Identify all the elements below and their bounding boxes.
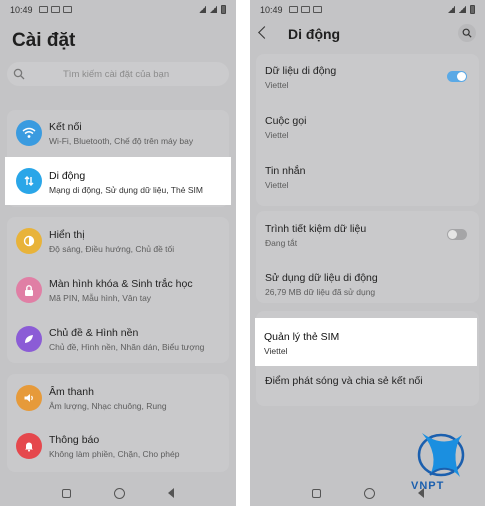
item-subtitle: Mã PIN, Mẫu hình, Vân tay bbox=[49, 292, 152, 303]
settings-item-connections[interactable]: Kết nối Wi-Fi, Bluetooth, Chế độ trên má… bbox=[7, 110, 229, 156]
status-bar: 10:49 bbox=[250, 0, 485, 16]
signal-icon bbox=[199, 6, 206, 13]
lock-icon bbox=[16, 277, 42, 303]
data-saver-item[interactable]: Trình tiết kiệm dữ liệu Đang tắt bbox=[265, 223, 366, 248]
navigation-bar bbox=[0, 480, 236, 506]
item-title: Trình tiết kiệm dữ liệu bbox=[265, 223, 367, 235]
item-subtitle: Wi-Fi, Bluetooth, Chế độ trên máy bay bbox=[49, 135, 194, 146]
vnpt-logo-text: VNPT bbox=[411, 480, 445, 492]
home-button[interactable] bbox=[363, 487, 375, 499]
item-title: Chủ đề & Hình nền bbox=[49, 326, 139, 339]
item-title: Hiển thị bbox=[49, 228, 85, 241]
battery-icon bbox=[221, 5, 226, 14]
item-title: Màn hình khóa & Sinh trắc học bbox=[49, 277, 193, 290]
search-icon bbox=[462, 28, 472, 38]
settings-item-themes[interactable]: Chủ đề & Hình nền Chủ đề, Hình nền, Nhãn… bbox=[7, 316, 229, 362]
search-button[interactable] bbox=[458, 24, 476, 42]
search-icon bbox=[13, 68, 25, 80]
calls-item[interactable]: Cuộc gọi Viettel bbox=[265, 115, 306, 140]
app-header: Di động bbox=[250, 22, 485, 48]
item-subtitle: Viettel bbox=[264, 346, 288, 356]
mobile-group-sim: Dữ liệu di động Viettel Cuộc gọi Viettel… bbox=[256, 54, 479, 206]
mobile-data-toggle[interactable] bbox=[447, 71, 467, 82]
item-title: Tin nhắn bbox=[265, 165, 306, 177]
status-bar: 10:49 bbox=[0, 0, 236, 16]
signal-icon-2 bbox=[210, 6, 217, 13]
item-title: Sử dụng dữ liệu di động bbox=[265, 272, 378, 284]
item-subtitle: Chủ đề, Hình nền, Nhãn dán, Biểu tượng bbox=[49, 341, 205, 352]
item-title: Điểm phát sóng và chia sẻ kết nối bbox=[265, 375, 423, 387]
item-title: Di động bbox=[49, 170, 86, 182]
display-icon bbox=[16, 228, 42, 254]
page-title: Di động bbox=[288, 26, 341, 42]
status-time: 10:49 bbox=[10, 4, 33, 15]
data-usage-item[interactable]: Sử dụng dữ liệu di động 26,79 MB dữ liệu… bbox=[265, 272, 378, 297]
item-subtitle: 26,79 MB dữ liệu đã sử dụng bbox=[265, 287, 376, 297]
theme-icon bbox=[16, 326, 42, 352]
item-subtitle: Mạng di động, Sử dụng dữ liệu, Thẻ SIM bbox=[49, 185, 203, 195]
settings-screen: 10:49 Cài đặt Tìm kiếm cài đặt của bạn K… bbox=[0, 0, 236, 506]
signal-icon-2 bbox=[459, 6, 466, 13]
search-placeholder: Tìm kiếm cài đặt của bạn bbox=[63, 68, 170, 80]
battery-icon bbox=[470, 5, 475, 14]
item-title: Thông báo bbox=[49, 433, 100, 446]
item-subtitle: Độ sáng, Điều hướng, Chủ đề tối bbox=[49, 243, 175, 254]
item-subtitle: Âm lượng, Nhạc chuông, Rung bbox=[49, 400, 167, 411]
recents-button[interactable] bbox=[311, 488, 321, 498]
settings-group-display: Hiển thị Độ sáng, Điều hướng, Chủ đề tối… bbox=[7, 217, 229, 363]
item-title: Cuộc gọi bbox=[265, 115, 307, 127]
messages-item[interactable]: Tin nhắn Viettel bbox=[265, 165, 305, 190]
mobile-group-data: Trình tiết kiệm dữ liệu Đang tắt Sử dụng… bbox=[256, 211, 479, 303]
search-input[interactable]: Tìm kiếm cài đặt của bạn bbox=[7, 62, 229, 86]
item-subtitle: Viettel bbox=[265, 80, 289, 90]
item-title: Dữ liệu di động bbox=[265, 65, 337, 77]
home-button[interactable] bbox=[113, 487, 125, 499]
hotspot-item[interactable]: Điểm phát sóng và chia sẻ kết nối bbox=[265, 375, 423, 387]
item-subtitle: Không làm phiền, Chặn, Cho phép bbox=[49, 448, 180, 459]
page-title: Cài đặt bbox=[12, 30, 76, 51]
item-subtitle: Viettel bbox=[265, 130, 289, 140]
sim-management-item[interactable]: Quản lý thẻ SIM Viettel bbox=[255, 318, 477, 366]
settings-item-notifications[interactable]: Thông báo Không làm phiền, Chặn, Cho phé… bbox=[7, 423, 229, 469]
wifi-icon bbox=[16, 120, 42, 146]
item-subtitle: Viettel bbox=[265, 180, 289, 190]
item-title: Quản lý thẻ SIM bbox=[264, 331, 340, 343]
settings-item-mobile[interactable]: Di động Mạng di động, Sử dụng dữ liệu, T… bbox=[5, 157, 231, 205]
recents-button[interactable] bbox=[61, 488, 71, 498]
notification-icons bbox=[288, 6, 322, 13]
back-arrow-icon[interactable] bbox=[258, 26, 271, 39]
settings-item-display[interactable]: Hiển thị Độ sáng, Điều hướng, Chủ đề tối bbox=[7, 218, 229, 264]
settings-item-sound[interactable]: Âm thanh Âm lượng, Nhạc chuông, Rung bbox=[7, 375, 229, 421]
data-saver-toggle[interactable] bbox=[447, 229, 467, 240]
mobile-data-icon bbox=[16, 168, 42, 194]
signal-icon bbox=[448, 6, 455, 13]
status-right-icons bbox=[199, 5, 226, 14]
bell-icon bbox=[16, 433, 42, 459]
back-button[interactable] bbox=[168, 488, 175, 498]
status-time: 10:49 bbox=[260, 4, 283, 15]
item-title: Kết nối bbox=[49, 120, 82, 133]
notification-icons bbox=[38, 6, 72, 13]
status-right-icons bbox=[448, 5, 475, 14]
item-title: Âm thanh bbox=[49, 385, 94, 398]
item-subtitle: Đang tắt bbox=[265, 238, 298, 248]
settings-item-lockscreen[interactable]: Màn hình khóa & Sinh trắc học Mã PIN, Mẫ… bbox=[7, 267, 229, 313]
settings-group-sound: Âm thanh Âm lượng, Nhạc chuông, Rung Thô… bbox=[7, 374, 229, 472]
sound-icon bbox=[16, 385, 42, 411]
mobile-data-item[interactable]: Dữ liệu di động Viettel bbox=[265, 65, 336, 90]
